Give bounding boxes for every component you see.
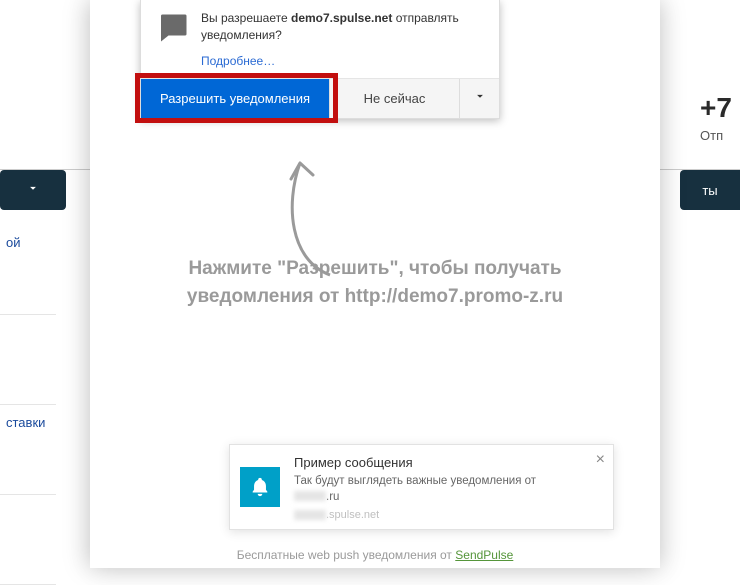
permission-question: Вы разрешаете demo7.spulse.net отправлят… [201,10,485,46]
sidebar-item[interactable] [0,495,56,585]
footer-credit: Бесплатные web push уведомления от SendP… [90,548,660,562]
chevron-down-icon [26,181,40,200]
bg-left-dropdown-button[interactable] [0,170,66,210]
toast-msg-text: Так будут выглядеть важные уведомления о… [294,475,536,487]
blurred-source [294,510,326,520]
bell-icon [240,467,280,507]
perm-text-prefix: Вы разрешаете [201,11,291,25]
perm-domain: demo7.spulse.net [291,11,392,25]
sidebar-item[interactable] [0,315,56,405]
toast-title: Пример сообщения [294,455,605,470]
instruction-text: Нажмите "Разрешить", чтобы получать увед… [90,255,660,310]
toast-message: Так будут выглядеть важные уведомления о… [294,474,605,505]
phone-subtext: Отп [700,128,740,143]
notification-permission-dialog: Вы разрешаете demo7.spulse.net отправлят… [140,0,500,119]
not-now-dropdown-button[interactable] [459,79,499,118]
instruction-line2: уведомления от http://demo7.promo-z.ru [187,286,563,307]
permission-button-row: Разрешить уведомления Не сейчас [141,78,499,118]
learn-more-link[interactable]: Подробнее… [141,52,499,78]
toast-source: .spulse.net [294,509,605,521]
allow-notifications-button[interactable]: Разрешить уведомления [141,79,329,118]
not-now-button[interactable]: Не сейчас [329,79,459,118]
sendpulse-link[interactable]: SendPulse [455,548,513,562]
left-sidebar: ой ставки [0,225,56,585]
instruction-line1: Нажмите "Разрешить", чтобы получать [188,258,561,279]
speech-bubble-icon [155,10,191,46]
bg-right-nav-button[interactable]: ты [680,170,740,210]
sidebar-item[interactable]: ой [0,225,56,315]
toast-source-suffix: .spulse.net [326,509,379,521]
sample-notification-toast: × Пример сообщения Так будут выглядеть в… [229,444,614,530]
toast-domain-suffix: .ru [326,491,339,503]
chevron-down-icon [473,89,487,108]
footer-text: Бесплатные web push уведомления от [237,548,456,562]
pointer-arrow-icon [265,145,365,285]
sidebar-item[interactable]: ставки [0,405,56,495]
close-icon[interactable]: × [596,451,605,469]
phone-number: +7 [700,92,740,124]
blurred-domain [294,491,326,501]
toast-icon-wrap [230,445,290,529]
